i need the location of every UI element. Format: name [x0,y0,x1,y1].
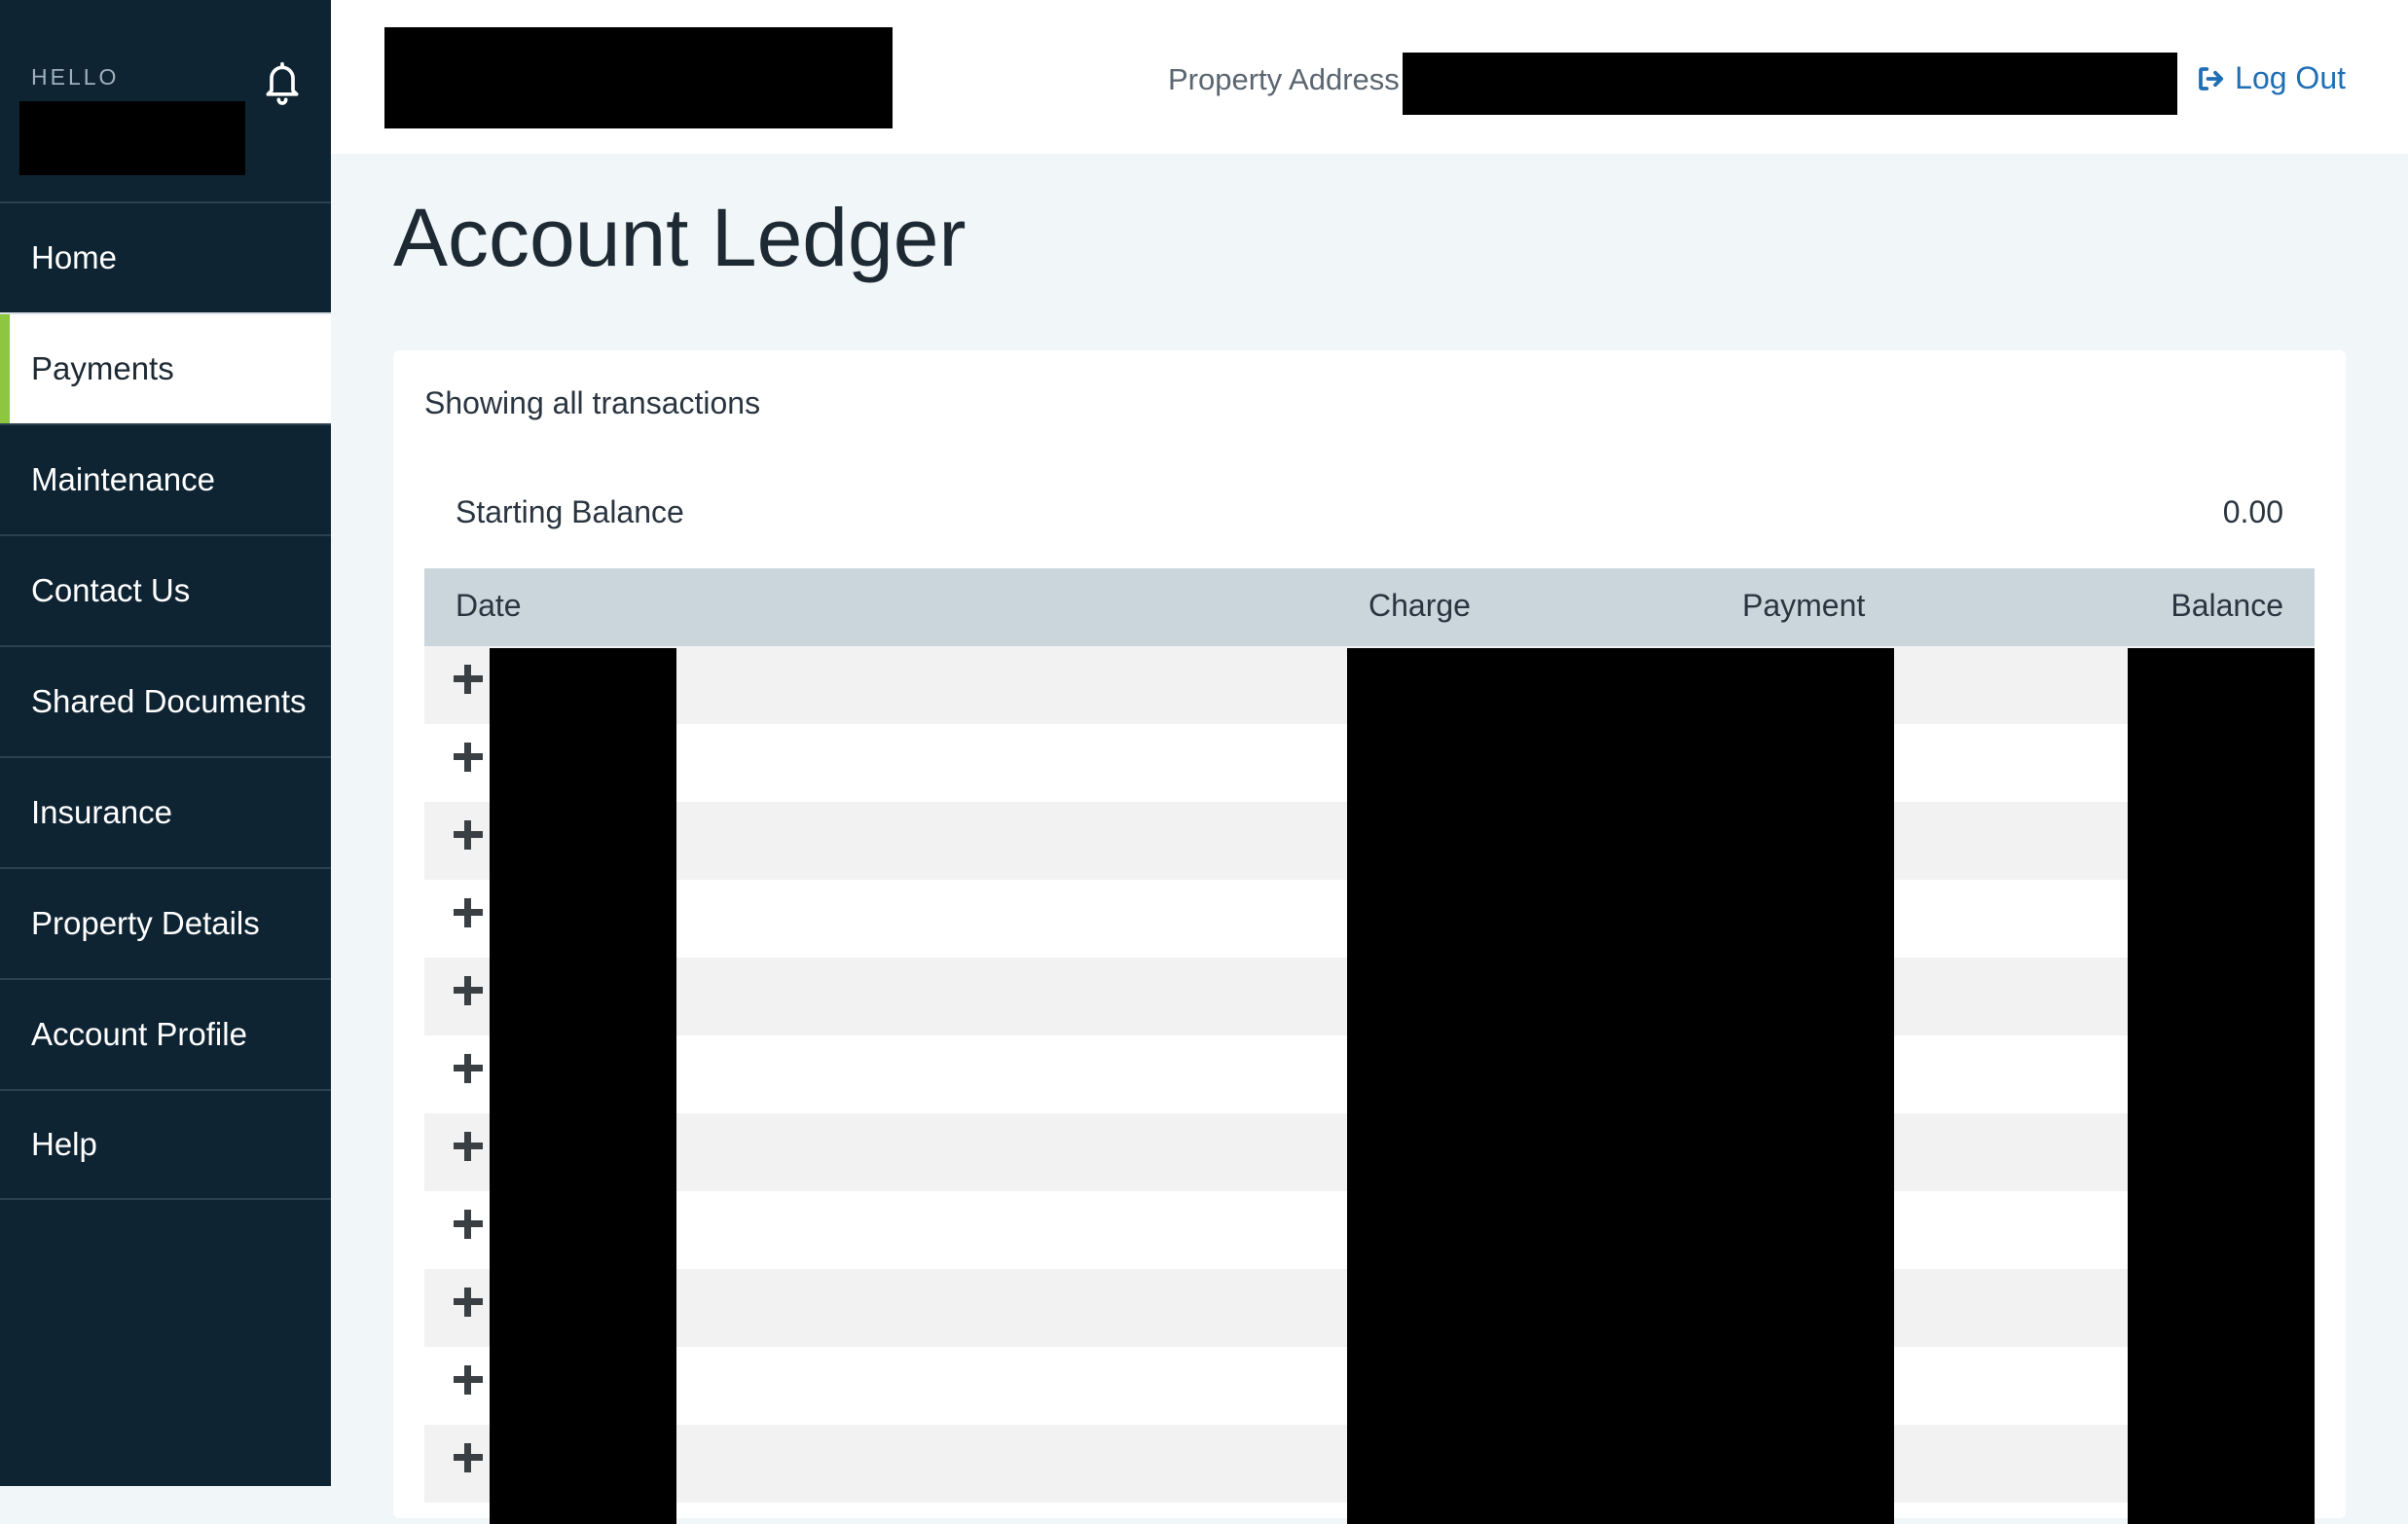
ledger-card: Showing all transactions Starting Balanc… [393,350,2346,1524]
sign-out-icon [2199,66,2224,91]
charge-payment-columns-redacted [1347,648,1894,1524]
filter-text: Showing all transactions [424,385,761,420]
sidebar-item-label: Account Profile [31,1016,247,1052]
logout-label: Log Out [2235,60,2346,95]
user-name-redacted [19,101,245,175]
sidebar: HELLO Home Payments Maintenance Contact … [0,0,331,1486]
sidebar-item-account-profile[interactable]: Account Profile [0,978,331,1089]
logout-link[interactable]: Log Out [2196,60,2346,96]
sidebar-item-label: Insurance [31,794,172,830]
column-header-date[interactable]: Date [456,588,522,624]
plus-icon[interactable] [454,1132,483,1161]
plus-icon[interactable] [454,820,483,850]
page-title: Account Ledger [393,192,967,283]
column-header-charge[interactable]: Charge [1368,588,1471,624]
balance-column-redacted [2128,648,2315,1524]
sidebar-item-label: Help [31,1126,97,1162]
plus-icon[interactable] [454,1288,483,1317]
plus-icon[interactable] [454,1365,483,1395]
property-address-label: Property Address [1168,62,1400,96]
plus-icon[interactable] [454,1443,483,1472]
column-header-payment[interactable]: Payment [1742,588,1865,624]
sidebar-item-label: Contact Us [31,572,191,608]
sidebar-item-label: Shared Documents [31,683,307,719]
sidebar-item-insurance[interactable]: Insurance [0,756,331,867]
date-column-redacted [490,648,676,1524]
sidebar-item-home[interactable]: Home [0,201,331,312]
plus-icon[interactable] [454,1054,483,1083]
sidebar-item-contact-us[interactable]: Contact Us [0,534,331,645]
top-header: Property Address Log Out [331,0,2408,154]
sidebar-item-label: Maintenance [31,461,215,497]
plus-icon[interactable] [454,976,483,1005]
sidebar-item-shared-documents[interactable]: Shared Documents [0,645,331,756]
table-header: Date Charge Payment Balance [424,568,2315,646]
starting-balance-value: 0.00 [2222,494,2283,529]
sidebar-item-property-details[interactable]: Property Details [0,867,331,978]
starting-balance-label: Starting Balance [456,494,684,529]
bell-icon[interactable] [261,58,304,105]
property-address-redacted [1403,53,2177,115]
sidebar-item-label: Home [31,239,118,275]
plus-icon[interactable] [454,898,483,927]
plus-icon[interactable] [454,1210,483,1239]
sidebar-item-maintenance[interactable]: Maintenance [0,423,331,534]
logo-redacted [384,27,893,128]
plus-icon[interactable] [454,743,483,772]
plus-icon[interactable] [454,665,483,694]
sidebar-item-label: Payments [31,350,174,386]
sidebar-item-help[interactable]: Help [0,1089,331,1200]
column-header-balance[interactable]: Balance [2171,588,2283,624]
greeting-label: HELLO [31,64,120,90]
sidebar-nav: Home Payments Maintenance Contact Us Sha… [0,201,331,1200]
sidebar-item-payments[interactable]: Payments [0,312,331,423]
sidebar-item-label: Property Details [31,905,260,941]
